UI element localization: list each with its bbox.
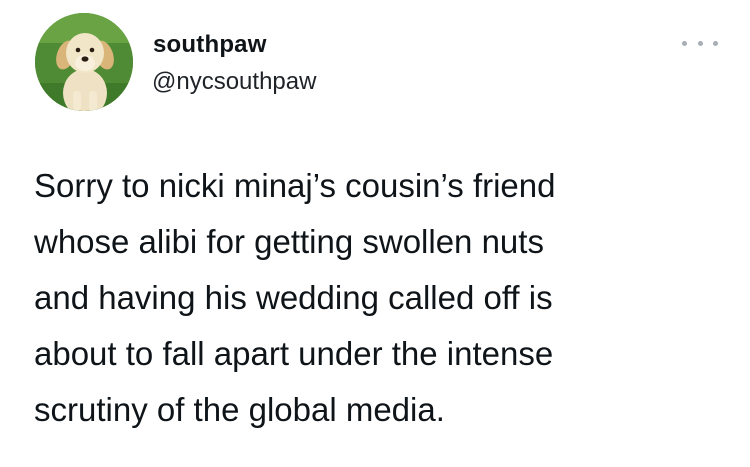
tweet-text-line: Sorry to nicki minaj’s cousin’s friend	[34, 167, 556, 204]
author-display-name[interactable]: southpaw	[153, 31, 267, 59]
puppy-avatar-icon	[35, 13, 133, 111]
tweet-text-line: and having his wedding called off is	[34, 279, 553, 316]
tweet-text: Sorry to nicki minaj’s cousin’s friend w…	[34, 158, 734, 438]
author-handle[interactable]: @nycsouthpaw	[152, 68, 316, 96]
tweet-text-line: about to fall apart under the intense	[34, 335, 554, 372]
tweet-card: southpaw @nycsouthpaw Sorry to nicki min…	[0, 0, 750, 467]
tweet-text-line: whose alibi for getting swollen nuts	[34, 223, 544, 260]
tweet-text-line: scrutiny of the global media.	[34, 391, 445, 428]
more-dot	[682, 40, 687, 46]
more-options-icon[interactable]	[682, 36, 718, 50]
more-dot	[713, 40, 718, 46]
more-dot	[697, 40, 703, 46]
avatar[interactable]	[35, 13, 133, 111]
